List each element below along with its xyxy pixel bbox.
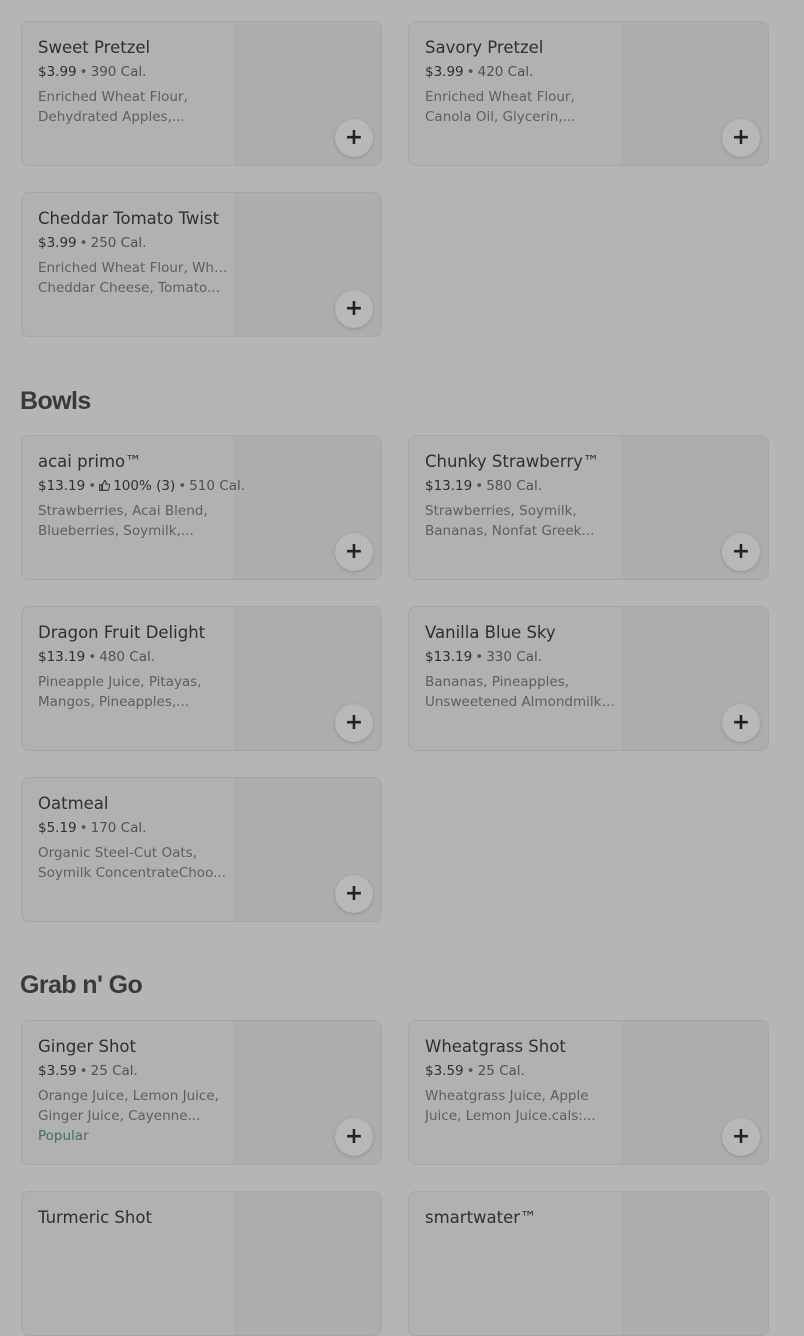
menu-item-card[interactable]: Dragon Fruit Delight $13.19 • 480 Cal. Pin… (21, 606, 382, 751)
add-to-cart-button[interactable]: + (335, 290, 373, 328)
menu-item-card[interactable]: Chunky Strawberry™ $13.19 • 580 Cal. Straw… (408, 435, 769, 580)
menu-item-card[interactable]: Ginger Shot $3.59 • 25 Cal. Orange Juice, … (21, 1020, 382, 1165)
menu-item-card[interactable]: Savory Pretzel $3.99 • 420 Cal. Enriched W… (408, 21, 769, 166)
item-description: Bananas, Pineapples, Unsweetened Almondmi… (425, 674, 615, 710)
item-name: Oatmeal (38, 794, 109, 813)
item-name: Dragon Fruit Delight (38, 623, 206, 642)
add-to-cart-button[interactable]: + (722, 704, 760, 742)
item-calories: 480 Cal. (99, 649, 156, 665)
menu-item-card[interactable]: Sweet Pretzel $3.99 • 390 Cal. Enriched Wh… (21, 21, 382, 166)
item-meta: $3.99 • 420 Cal. (425, 63, 615, 81)
separator: • (466, 64, 475, 80)
menu-item-card[interactable]: Turmeric Shot (21, 1191, 382, 1336)
separator: • (79, 235, 88, 251)
add-to-cart-button[interactable]: + (335, 1118, 373, 1156)
item-calories: 25 Cal. (90, 1063, 138, 1079)
item-price: $13.19 (38, 478, 86, 494)
item-name: acai primo™ (38, 452, 142, 471)
separator: • (79, 64, 88, 80)
separator: • (466, 1063, 475, 1079)
add-to-cart-button[interactable]: + (722, 533, 760, 571)
item-name: Chunky Strawberry™ (425, 452, 600, 471)
item-image (235, 1192, 381, 1335)
section-title-grab-n-go: Grab n' Go (20, 971, 143, 999)
item-image (622, 1192, 768, 1335)
item-calories: 170 Cal. (90, 820, 147, 836)
separator: • (88, 649, 97, 665)
item-calories: 250 Cal. (90, 235, 147, 251)
separator: • (79, 820, 88, 836)
item-rating: 100% (3) (113, 478, 176, 494)
section-title-bowls: Bowls (20, 387, 91, 415)
menu-item-card[interactable]: acai primo™ $13.19 • 100% (3) • 510 Cal. Str… (21, 435, 382, 580)
item-meta: $13.19 • 580 Cal. (425, 477, 615, 495)
item-name: Savory Pretzel (425, 38, 544, 57)
item-calories: 510 Cal. (189, 478, 246, 494)
item-name: smartwater™ (425, 1208, 537, 1227)
menu-item-card[interactable]: Wheatgrass Shot $3.59 • 25 Cal. Wheatgrass… (408, 1020, 769, 1165)
item-calories: 330 Cal. (486, 649, 543, 665)
separator: • (178, 478, 187, 494)
item-name: Turmeric Shot (38, 1208, 152, 1227)
menu-page: Sweet Pretzel $3.99 • 390 Cal. Enriched Wh… (0, 0, 804, 1336)
add-to-cart-button[interactable]: + (335, 119, 373, 157)
thumbs-up-icon (99, 478, 111, 494)
item-name: Cheddar Tomato Twist (38, 209, 220, 228)
item-description: Organic Steel-Cut Oats, Soymilk Concentra… (38, 845, 226, 881)
item-meta: $13.19 • 330 Cal. (425, 648, 615, 666)
separator: • (475, 649, 484, 665)
item-description: Strawberries, Soymilk, Bananas, Nonfat Gr… (425, 503, 595, 539)
item-description: Enriched Wheat Flour, Dehydrated Apples,.… (38, 89, 188, 125)
item-meta: $13.19 • 480 Cal. (38, 648, 228, 666)
menu-item-card[interactable]: Cheddar Tomato Twist $3.99 • 250 Cal. Enri… (21, 192, 382, 337)
item-price: $3.99 (38, 64, 77, 80)
popular-badge: Popular (38, 1128, 89, 1144)
separator: • (88, 478, 97, 494)
item-price: $3.99 (425, 64, 464, 80)
separator: • (79, 1063, 88, 1079)
add-to-cart-button[interactable]: + (722, 119, 760, 157)
item-price: $13.19 (38, 649, 86, 665)
item-meta: $3.99 • 390 Cal. (38, 63, 228, 81)
item-name: Ginger Shot (38, 1037, 136, 1056)
item-description: Enriched Wheat Flour, White Cheddar Chees… (38, 260, 228, 296)
item-name: Sweet Pretzel (38, 38, 151, 57)
item-calories: 420 Cal. (477, 64, 534, 80)
item-name: Wheatgrass Shot (425, 1037, 566, 1056)
item-calories: 390 Cal. (90, 64, 147, 80)
item-price: $5.19 (38, 820, 77, 836)
menu-item-card[interactable]: Vanilla Blue Sky $13.19 • 330 Cal. Bananas… (408, 606, 769, 751)
item-calories: 25 Cal. (477, 1063, 525, 1079)
item-description: Orange Juice, Lemon Juice, Ginger Juice, … (38, 1088, 219, 1124)
item-description: Strawberries, Acai Blend, Blueberries, So… (38, 503, 208, 539)
item-meta: $3.99 • 250 Cal. (38, 234, 228, 252)
add-to-cart-button[interactable]: + (335, 875, 373, 913)
item-meta: $3.59 • 25 Cal. (38, 1062, 228, 1080)
item-meta: $3.59 • 25 Cal. (425, 1062, 615, 1080)
item-price: $3.59 (425, 1063, 464, 1079)
item-price: $13.19 (425, 478, 473, 494)
item-description: Pineapple Juice, Pitayas, Mangos, Pineapp… (38, 674, 202, 710)
item-name: Vanilla Blue Sky (425, 623, 556, 642)
menu-item-card[interactable]: smartwater™ (408, 1191, 769, 1336)
item-calories: 580 Cal. (486, 478, 543, 494)
item-description: Enriched Wheat Flour, Canola Oil, Glyceri… (425, 89, 576, 125)
item-price: $3.99 (38, 235, 77, 251)
menu-item-card[interactable]: Oatmeal $5.19 • 170 Cal. Organic Steel-Cut… (21, 777, 382, 922)
add-to-cart-button[interactable]: + (335, 533, 373, 571)
item-price: $3.59 (38, 1063, 77, 1079)
item-meta: $13.19 • 100% (3) • 510 Cal. (38, 477, 245, 495)
separator: • (475, 478, 484, 494)
item-meta: $5.19 • 170 Cal. (38, 819, 228, 837)
add-to-cart-button[interactable]: + (722, 1118, 760, 1156)
item-description: Wheatgrass Juice, Apple Juice, Lemon Juic… (425, 1088, 596, 1124)
item-price: $13.19 (425, 649, 473, 665)
add-to-cart-button[interactable]: + (335, 704, 373, 742)
